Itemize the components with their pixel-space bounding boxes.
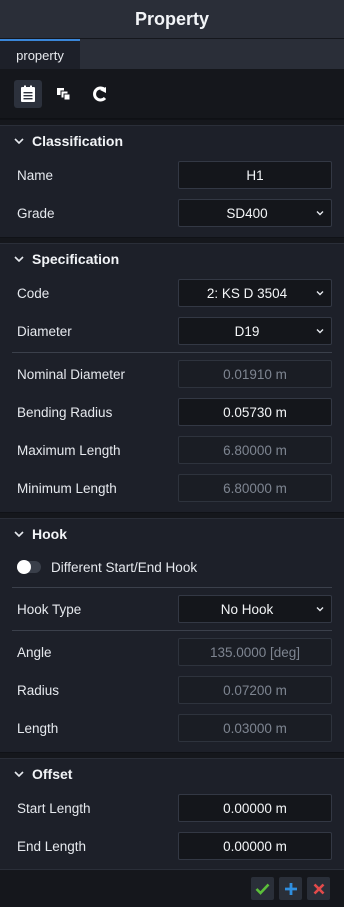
diameter-value: D19 [234,323,260,339]
minimum-length-field: 6.80000 m [178,474,332,502]
code-row: Code 2: KS D 3504 [0,274,344,312]
code-select[interactable]: 2: KS D 3504 [178,279,332,307]
hook-type-value: No Hook [220,601,274,617]
nominal-diameter-label: Nominal Diameter [17,366,126,382]
check-icon [255,883,270,895]
tab-bar: property [0,39,344,69]
start-length-row: Start Length 0.00000 m [0,789,344,827]
toolbar [0,69,344,119]
grade-select[interactable]: SD400 [178,199,332,227]
section-title: Offset [32,766,73,782]
plus-icon [284,882,297,895]
maximum-length-row: Maximum Length 6.80000 m [0,431,344,469]
tab-property[interactable]: property [0,39,80,69]
hook-section: Hook Different Start/End Hook Hook Type … [0,519,344,752]
chevron-down-icon [14,256,24,262]
maximum-length-field: 6.80000 m [178,436,332,464]
start-length-label: Start Length [17,800,91,816]
toggle-knob [17,560,31,574]
diameter-select[interactable]: D19 [178,317,332,345]
document-button[interactable] [14,79,42,108]
close-icon [313,883,324,894]
end-length-row: End Length 0.00000 m [0,827,344,865]
divider [12,352,332,353]
nominal-diameter-field: 0.01910 m [178,360,332,388]
divider [12,587,332,588]
name-label: Name [17,167,54,183]
end-length-field[interactable]: 0.00000 m [178,832,332,860]
chevron-down-icon [14,138,24,144]
hook-header[interactable]: Hook [0,519,344,549]
offset-section: Offset Start Length 0.00000 m End Length… [0,759,344,865]
classification-section: Classification Name H1 Grade SD400 [0,126,344,237]
start-length-field[interactable]: 0.00000 m [178,794,332,822]
maximum-length-label: Maximum Length [17,442,121,458]
code-value: 2: KS D 3504 [206,285,288,301]
chevron-down-icon [14,531,24,537]
section-title: Classification [32,133,124,149]
document-icon [21,85,35,102]
grade-label: Grade [17,205,55,221]
divider [12,630,332,631]
specification-header[interactable]: Specification [0,244,344,274]
section-separator [0,512,344,519]
section-separator [0,119,344,126]
tab-bar-filler [80,39,344,69]
confirm-button[interactable] [251,877,274,900]
different-hook-toggle[interactable] [17,560,41,574]
refresh-button[interactable] [86,80,114,108]
radius-label: Radius [17,682,60,698]
diameter-label: Diameter [17,323,72,339]
cancel-button[interactable] [307,877,330,900]
grade-value: SD400 [226,205,268,221]
angle-field: 135.0000 [deg] [178,638,332,666]
offset-header[interactable]: Offset [0,759,344,789]
chevron-down-icon [316,291,324,296]
minimum-length-row: Minimum Length 6.80000 m [0,469,344,507]
length-field: 0.03000 m [178,714,332,742]
different-hook-label: Different Start/End Hook [51,559,198,575]
end-length-label: End Length [17,838,87,854]
grade-row: Grade SD400 [0,194,344,232]
name-field[interactable]: H1 [178,161,332,189]
bending-radius-field[interactable]: 0.05730 m [178,398,332,426]
hook-type-label: Hook Type [17,601,82,617]
hook-type-row: Hook Type No Hook [0,590,344,628]
angle-label: Angle [17,644,52,660]
name-row: Name H1 [0,156,344,194]
add-button[interactable] [279,877,302,900]
footer-actions [0,869,344,907]
length-row: Length 0.03000 m [0,709,344,747]
hook-type-select[interactable]: No Hook [178,595,332,623]
chevron-down-icon [316,211,324,216]
chevron-down-icon [316,329,324,334]
length-label: Length [17,720,59,736]
chevron-down-icon [316,607,324,612]
section-title: Specification [32,251,120,267]
different-hook-row: Different Start/End Hook [0,549,344,585]
angle-row: Angle 135.0000 [deg] [0,633,344,671]
bending-radius-row: Bending Radius 0.05730 m [0,393,344,431]
radius-field: 0.07200 m [178,676,332,704]
specification-section: Specification Code 2: KS D 3504 Diameter… [0,244,344,512]
radius-row: Radius 0.07200 m [0,671,344,709]
section-title: Hook [32,526,67,542]
diameter-row: Diameter D19 [0,312,344,350]
chevron-down-icon [14,771,24,777]
code-label: Code [17,285,50,301]
minimum-length-label: Minimum Length [17,480,117,496]
classification-header[interactable]: Classification [0,126,344,156]
section-separator [0,752,344,759]
nominal-diameter-row: Nominal Diameter 0.01910 m [0,355,344,393]
refresh-icon [93,86,107,101]
copy-icon [57,87,71,100]
copy-button[interactable] [50,80,78,108]
bending-radius-label: Bending Radius [17,404,113,420]
section-separator [0,237,344,244]
panel-title: Property [0,0,344,39]
